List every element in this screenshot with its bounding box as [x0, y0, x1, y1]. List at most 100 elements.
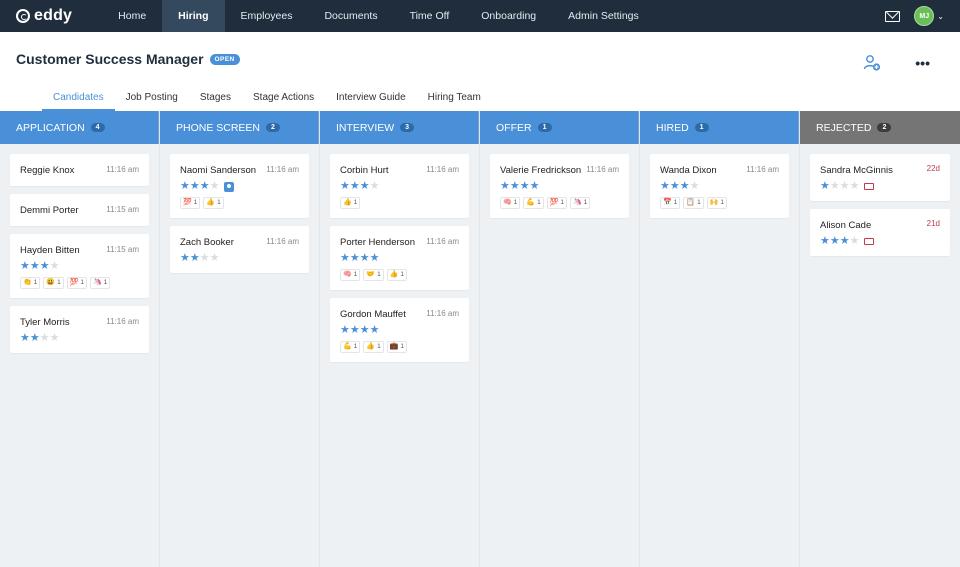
reaction-chip[interactable]: 💼 1 — [386, 341, 408, 353]
reaction-chip[interactable]: 💯 1 — [180, 197, 201, 209]
stage-header[interactable]: PHONE SCREEN 2 — [160, 111, 319, 144]
stage-header[interactable]: HIRED 1 — [640, 111, 799, 144]
reaction-count: 1 — [673, 199, 678, 206]
reaction-chip[interactable]: 💯 1 — [66, 277, 88, 289]
stage-column-application: APPLICATION 4 Reggie Knox 11:16 am Demmi Por… — [0, 111, 160, 567]
reaction-chip[interactable]: 👍 1 — [340, 197, 361, 209]
reaction-chip[interactable]: 🧠 1 — [340, 269, 361, 281]
candidate-name: Hayden Bitten — [20, 245, 80, 256]
candidate-time: 11:16 am — [266, 165, 299, 174]
stage-header[interactable]: OFFER 1 — [480, 111, 639, 144]
star-icon: ★ — [669, 180, 680, 192]
status-badge: OPEN — [209, 53, 240, 65]
add-user-icon[interactable] — [863, 54, 881, 72]
reaction-chip[interactable]: 👍 1 — [363, 341, 384, 353]
nav-item-employees[interactable]: Employees — [225, 0, 309, 32]
stage-header[interactable]: REJECTED 2 — [800, 111, 960, 144]
candidate-card[interactable]: Alison Cade 21d ★ ★ ★ ★ — [810, 209, 950, 256]
candidate-card[interactable]: Corbin Hurt 11:16 am ★ ★ ★ ★ 👍 1 — [330, 154, 469, 218]
stage-count-badge: 4 — [90, 123, 105, 132]
reaction-count: 1 — [353, 343, 358, 350]
star-rating: ★ ★ ★ ★ — [500, 181, 540, 192]
nav-item-onboarding[interactable]: Onboarding — [465, 0, 552, 32]
tab-hiring-team[interactable]: Hiring Team — [417, 92, 492, 111]
candidate-name: Porter Henderson — [340, 237, 415, 248]
reaction-emoji-icon: 🙌 — [709, 199, 719, 206]
candidate-card[interactable]: Hayden Bitten 11:15 am ★ ★ ★ ★ 👏 1 😃 1 💯 1 🦄 1 — [10, 234, 149, 298]
star-icon: ★ — [679, 180, 690, 192]
star-icon: ★ — [529, 180, 540, 192]
reaction-count: 1 — [80, 279, 85, 286]
reaction-chip[interactable]: 📋 1 — [683, 197, 704, 209]
candidate-card[interactable]: Zach Booker 11:16 am ★ ★ ★ ★ — [170, 226, 309, 273]
candidate-card[interactable]: Wanda Dixon 11:16 am ★ ★ ★ ★ 📅 1 📋 1 🙌 1 — [650, 154, 789, 218]
reaction-chip[interactable]: 😃 1 — [43, 277, 64, 289]
tab-job-posting[interactable]: Job Posting — [115, 92, 189, 111]
star-icon: ★ — [369, 252, 380, 264]
reaction-chip[interactable]: 🧠 1 — [500, 197, 521, 209]
reaction-chip[interactable]: 👍 1 — [386, 269, 408, 281]
nav-item-hiring[interactable]: Hiring — [162, 0, 225, 32]
stage-header[interactable]: INTERVIEW 3 — [320, 111, 479, 144]
candidate-card[interactable]: Naomi Sanderson 11:16 am ★ ★ ★ ★ 💯 1 👍 1 — [170, 154, 309, 218]
reaction-count: 1 — [513, 199, 518, 206]
candidate-card[interactable]: Demmi Porter 11:15 am — [10, 194, 149, 226]
candidate-card[interactable]: Sandra McGinnis 22d ★ ★ ★ ★ — [810, 154, 950, 201]
stage-title: PHONE SCREEN — [176, 121, 261, 134]
star-icon: ★ — [180, 252, 190, 264]
nav-item-admin-settings[interactable]: Admin Settings — [552, 0, 655, 32]
star-icon: ★ — [199, 180, 210, 192]
reaction-chip[interactable]: 🦄 1 — [90, 277, 111, 289]
reaction-count: 1 — [377, 271, 381, 278]
reaction-emoji-icon: 💼 — [389, 343, 399, 350]
reaction-chip[interactable]: 📅 1 — [660, 197, 681, 209]
stage-header[interactable]: APPLICATION 4 — [0, 111, 159, 144]
mail-icon[interactable] — [885, 10, 901, 22]
candidate-card[interactable]: Gordon Mauffet 11:16 am ★ ★ ★ ★ 💪 1 👍 1 💼 1 — [330, 298, 469, 362]
star-icon: ★ — [29, 332, 40, 344]
reaction-count: 1 — [33, 279, 38, 286]
reaction-chip[interactable]: 💪 1 — [340, 341, 361, 353]
candidate-time: 11:16 am — [426, 165, 459, 174]
reaction-emoji-icon: 👍 — [366, 343, 376, 350]
star-icon: ★ — [340, 324, 350, 336]
star-icon: ★ — [20, 260, 30, 272]
user-menu[interactable]: MJ ⌄ — [914, 6, 944, 26]
stage-count-badge: 1 — [694, 123, 709, 132]
reaction-chip[interactable]: 💪 1 — [523, 197, 544, 209]
reaction-chip[interactable]: 🙌 1 — [706, 197, 728, 209]
reaction-chip[interactable]: 💯 1 — [546, 197, 568, 209]
nav-item-documents[interactable]: Documents — [308, 0, 393, 32]
envelope-icon — [863, 183, 874, 190]
tab-stages[interactable]: Stages — [189, 92, 242, 111]
star-rating: ★ ★ ★ ★ — [340, 253, 380, 264]
pipeline-board: APPLICATION 4 Reggie Knox 11:16 am Demmi Por… — [0, 111, 960, 567]
stage-count-badge: 1 — [537, 123, 552, 132]
reaction-chip[interactable]: 👏 1 — [20, 277, 41, 289]
candidate-time: 11:16 am — [106, 317, 139, 326]
nav-item-time-off[interactable]: Time Off — [394, 0, 466, 32]
candidate-name: Wanda Dixon — [660, 165, 717, 176]
tab-stage-actions[interactable]: Stage Actions — [242, 92, 325, 111]
candidate-card[interactable]: Reggie Knox 11:16 am — [10, 154, 149, 186]
reaction-count: 1 — [353, 199, 358, 206]
stage-title: APPLICATION — [16, 121, 85, 134]
star-icon: ★ — [39, 260, 50, 272]
candidate-card[interactable]: Tyler Morris 11:16 am ★ ★ ★ ★ — [10, 306, 149, 353]
reaction-chip[interactable]: 🦄 1 — [570, 197, 591, 209]
reaction-chip[interactable]: 🤝 1 — [363, 269, 384, 281]
candidate-card[interactable]: Valerie Fredrickson 11:16 am ★ ★ ★ ★ 🧠 1 💪 1 💯 1 🦄 1 — [490, 154, 629, 218]
nav-item-home[interactable]: Home — [102, 0, 162, 32]
candidate-card[interactable]: Porter Henderson 11:16 am ★ ★ ★ ★ 🧠 1 🤝 1 👍 1 — [330, 226, 469, 290]
reaction-count: 1 — [353, 271, 358, 278]
star-rating: ★ ★ ★ ★ — [180, 181, 220, 192]
more-options-button[interactable]: ••• — [915, 55, 930, 71]
tab-candidates[interactable]: Candidates — [42, 92, 115, 111]
star-icon: ★ — [49, 260, 60, 272]
star-icon: ★ — [829, 180, 840, 192]
reaction-emoji-icon: 💯 — [549, 199, 559, 206]
eddy-logo[interactable]: eddy — [16, 7, 72, 25]
tab-interview-guide[interactable]: Interview Guide — [325, 92, 416, 111]
reaction-chip[interactable]: 👍 1 — [203, 197, 224, 209]
reaction-count: 1 — [57, 279, 61, 286]
